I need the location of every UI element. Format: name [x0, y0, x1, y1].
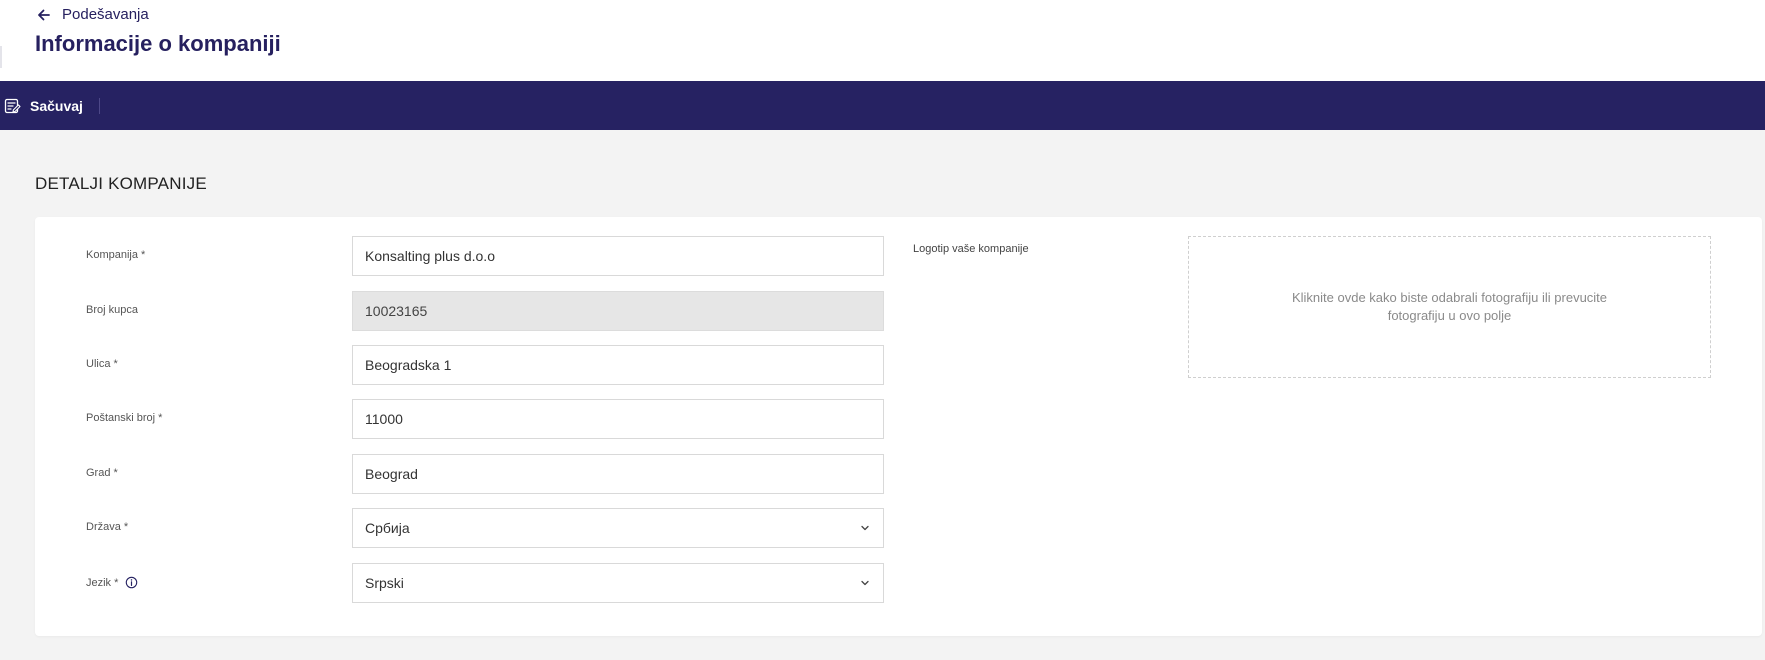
form-row-language: Jezik * Srpski — [35, 563, 885, 603]
page-title: Informacije o kompaniji — [35, 31, 281, 56]
country-select-value: Србија — [365, 520, 410, 536]
action-toolbar: Sačuvaj — [0, 81, 1765, 130]
back-link-label[interactable]: Podešavanja — [62, 6, 149, 23]
logo-label: Logotip vaše kompanije — [913, 243, 1029, 255]
language-select[interactable]: Srpski — [352, 563, 884, 603]
dropzone-text: Kliknite ovde kako biste odabrali fotogr… — [1291, 290, 1608, 323]
company-details-card: Kompanija * Konsalting plus d.o.o Broj k… — [35, 217, 1762, 636]
language-select-value: Srpski — [365, 575, 404, 591]
edge-marker — [0, 46, 2, 68]
section-title: DETALJI KOMPANIJE — [35, 174, 207, 193]
arrow-left-icon — [38, 9, 50, 20]
chevron-down-icon — [861, 525, 869, 531]
language-label: Jezik * — [86, 577, 119, 589]
save-document-icon — [4, 98, 21, 113]
customer-number-label: Broj kupca — [86, 304, 138, 316]
country-select[interactable]: Србија — [352, 508, 884, 548]
toolbar-divider — [98, 97, 100, 114]
city-input[interactable]: Beograd — [352, 454, 884, 494]
postal-code-input[interactable]: 11000 — [352, 399, 884, 439]
back-link[interactable]: Podešavanja — [36, 6, 149, 23]
country-label: Država * — [86, 521, 129, 533]
postal-code-label: Poštanski broj * — [86, 412, 163, 424]
form-row-company: Kompanija * Konsalting plus d.o.o — [35, 236, 885, 276]
city-label: Grad * — [86, 467, 118, 479]
street-input[interactable]: Beogradska 1 — [352, 345, 884, 385]
logo-dropzone[interactable]: Kliknite ovde kako biste odabrali fotogr… — [1188, 236, 1711, 378]
customer-number-field: 10023165 — [352, 291, 884, 331]
chevron-down-icon — [861, 580, 869, 586]
info-icon[interactable] — [125, 576, 138, 589]
form-row-postal-code: Poštanski broj * 11000 — [35, 399, 885, 439]
save-button[interactable]: Sačuvaj — [0, 81, 99, 130]
street-label: Ulica * — [86, 358, 118, 370]
company-input[interactable]: Konsalting plus d.o.o — [352, 236, 884, 276]
form-row-street: Ulica * Beogradska 1 — [35, 345, 885, 385]
save-button-label[interactable]: Sačuvaj — [30, 98, 83, 114]
company-label: Kompanija * — [86, 249, 146, 261]
form-row-country: Država * Србија — [35, 508, 885, 548]
form-row-customer-number: Broj kupca 10023165 — [35, 291, 885, 331]
form-row-city: Grad * Beograd — [35, 454, 885, 494]
language-label-wrap: Jezik * — [86, 576, 138, 589]
page-header: Podešavanja Informacije o kompaniji — [0, 0, 1765, 81]
